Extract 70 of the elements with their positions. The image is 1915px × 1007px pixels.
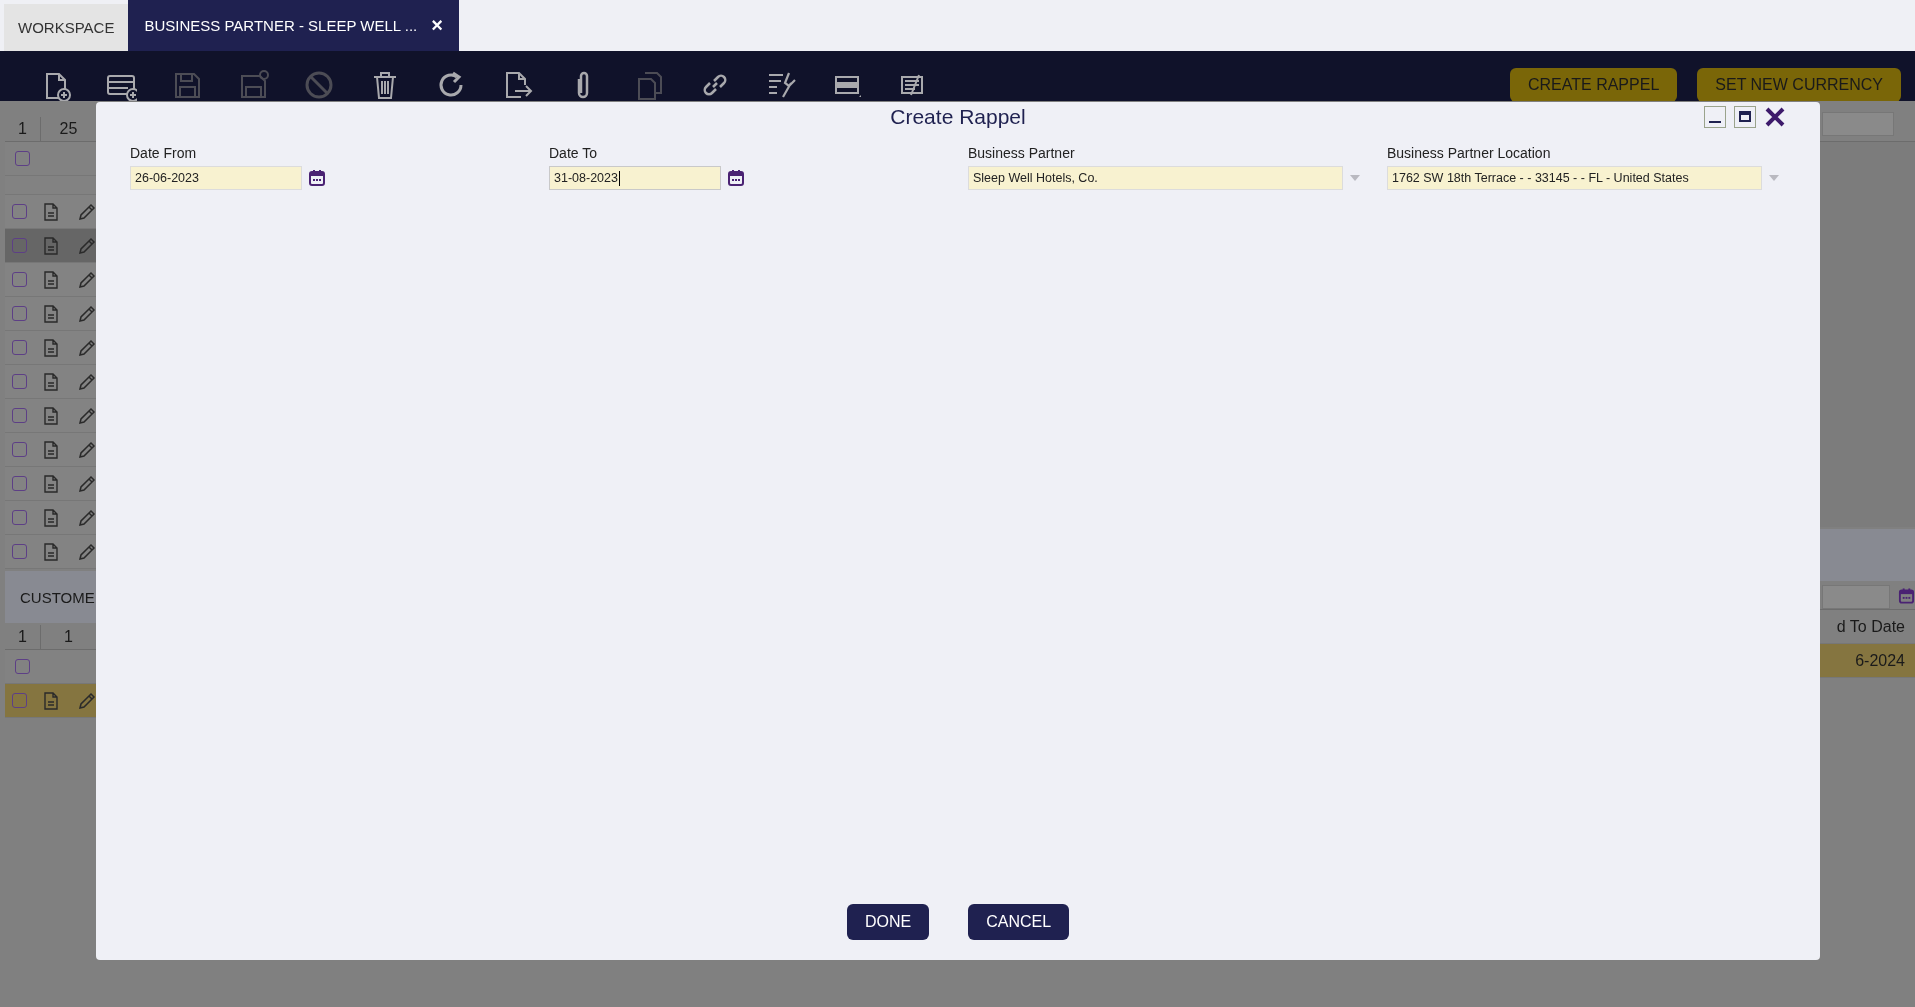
close-icon[interactable]: × <box>431 14 443 37</box>
date-field[interactable]: 31-08-2023 <box>549 166 721 190</box>
tab[interactable]: WORKSPACE <box>4 4 129 51</box>
field-label: Business Partner Location <box>1387 145 1552 161</box>
calendar-icon[interactable] <box>308 169 326 187</box>
combo-field[interactable]: 1762 SW 18th Terrace - - 33145 - - FL - United States <box>1387 166 1762 190</box>
pencil-icon <box>78 542 96 561</box>
checkbox[interactable] <box>12 693 27 708</box>
pencil-icon <box>78 338 96 357</box>
checkbox[interactable] <box>12 306 27 321</box>
pencil-icon <box>78 474 96 493</box>
table-cell: 6-2024 <box>1820 644 1915 678</box>
pencil-icon <box>78 440 96 459</box>
document-icon <box>44 236 58 255</box>
dialog-title: Create Rappel <box>890 105 1026 129</box>
maximize-icon <box>1738 110 1752 124</box>
checkbox[interactable] <box>12 510 27 525</box>
dropdown-arrow-icon[interactable] <box>1349 174 1361 182</box>
date-field[interactable]: 26-06-2023 <box>130 166 302 190</box>
pencil-icon <box>78 372 96 391</box>
combo-field[interactable]: Sleep Well Hotels, Co. <box>968 166 1343 190</box>
table-row[interactable] <box>5 684 96 718</box>
document-icon <box>44 440 58 459</box>
checkbox[interactable] <box>12 238 27 253</box>
document-icon <box>44 338 58 357</box>
document-icon <box>44 270 58 289</box>
table-row[interactable] <box>5 229 96 263</box>
document-icon <box>44 406 58 425</box>
field-label: Date From <box>130 145 198 161</box>
section-title: CUSTOME <box>5 571 96 623</box>
pencil-icon <box>78 691 96 710</box>
field-label: Business Partner <box>968 145 1076 161</box>
checkbox[interactable] <box>12 374 27 389</box>
dropdown-arrow-icon[interactable] <box>1768 174 1780 182</box>
page-number: 1 <box>5 117 41 141</box>
document-icon <box>44 508 58 527</box>
pencil-icon <box>78 236 96 255</box>
checkbox[interactable] <box>12 272 27 287</box>
minimize-button[interactable] <box>1704 106 1726 128</box>
document-icon <box>44 372 58 391</box>
pencil-icon <box>78 508 96 527</box>
pencil-icon <box>78 304 96 323</box>
checkbox[interactable] <box>15 151 30 166</box>
checkbox[interactable] <box>15 659 30 674</box>
checkbox[interactable] <box>12 408 27 423</box>
document-icon <box>44 202 58 221</box>
page-number: 1 <box>5 625 41 649</box>
pencil-icon <box>78 202 96 221</box>
document-icon <box>44 691 58 710</box>
checkbox[interactable] <box>12 340 27 355</box>
document-icon <box>44 474 58 493</box>
checkbox[interactable] <box>12 442 27 457</box>
document-icon <box>44 304 58 323</box>
maximize-button[interactable] <box>1734 106 1756 128</box>
record-count: 1 <box>63 627 74 647</box>
dialog-button[interactable]: DONE <box>846 904 930 940</box>
dialog-button[interactable]: CANCEL <box>968 904 1070 940</box>
document-icon <box>44 542 58 561</box>
field-label: Date To <box>549 145 598 161</box>
checkbox[interactable] <box>12 544 27 559</box>
tab[interactable]: BUSINESS PARTNER - SLEEP WELL ... × <box>128 0 459 51</box>
close-icon[interactable] <box>1764 106 1786 128</box>
filter-field[interactable] <box>1822 584 1890 609</box>
checkbox[interactable] <box>12 476 27 491</box>
pencil-icon <box>78 406 96 425</box>
checkbox[interactable] <box>12 204 27 219</box>
record-count: 25 <box>58 119 79 139</box>
pencil-icon <box>78 270 96 289</box>
minimize-icon <box>1709 121 1721 123</box>
calendar-icon[interactable] <box>727 169 745 187</box>
